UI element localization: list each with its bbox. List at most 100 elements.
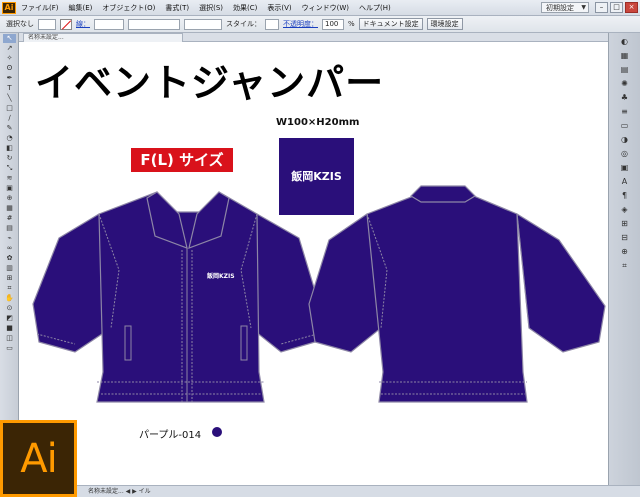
status-bar: 名称未設定... ◀ ▶ イル [0, 485, 640, 497]
document-tab[interactable]: 名称未設定... [23, 33, 183, 42]
opacity-label[interactable]: 不透明度： [283, 19, 318, 29]
symbol-sprayer-tool-icon[interactable]: ✿ [3, 254, 16, 263]
scale-tool-icon[interactable]: ⤡ [3, 164, 16, 173]
blob-brush-tool-icon[interactable]: ◔ [3, 134, 16, 143]
screen-mode-icon[interactable]: ▭ [3, 344, 16, 353]
width-tool-icon[interactable]: ≋ [3, 174, 16, 183]
transform-icon[interactable]: ⌗ [618, 260, 632, 271]
illustrator-logo: Ai [0, 420, 77, 497]
draw-mode-icon[interactable]: ◫ [3, 334, 16, 343]
artboard-tool-icon[interactable]: ⊞ [3, 274, 16, 283]
paintbrush-tool-icon[interactable]: ∕ [3, 114, 16, 123]
panel-dock: ◐ ▦ ▤ ✺ ♣ ≡ ▭ ◑ ◎ ▣ A ¶ ◈ ⊞ ⊟ ⊕ ⌗ [608, 33, 640, 485]
direct-selection-tool-icon[interactable]: ↗ [3, 44, 16, 53]
perspective-grid-tool-icon[interactable]: ▦ [3, 204, 16, 213]
brushes-icon[interactable]: ✺ [618, 78, 632, 89]
eraser-tool-icon[interactable]: ◧ [3, 144, 16, 153]
maximize-button[interactable]: □ [610, 2, 623, 13]
stroke-label[interactable]: 線： [76, 19, 90, 29]
blend-tool-icon[interactable]: ∞ [3, 244, 16, 253]
swatches-icon[interactable]: ▤ [618, 64, 632, 75]
color-panel-icon[interactable]: ◐ [618, 36, 632, 47]
pencil-tool-icon[interactable]: ✎ [3, 124, 16, 133]
gradient-tool-icon[interactable]: ▤ [3, 224, 16, 233]
front-jacket [32, 191, 320, 403]
close-button[interactable]: × [625, 2, 638, 13]
back-jacket [308, 185, 606, 403]
opacity-unit: % [348, 20, 355, 28]
column-graph-tool-icon[interactable]: ▥ [3, 264, 16, 273]
artboard[interactable]: .jk { fill: #2a0f7a; stroke: #8d86a6; st… [19, 42, 608, 485]
variable-width-select[interactable] [128, 18, 180, 30]
appearance-icon[interactable]: ◎ [618, 148, 632, 159]
color-label: パープル-014 [139, 430, 202, 441]
type-tool-icon[interactable]: T [3, 84, 16, 93]
minimize-button[interactable]: – [595, 2, 608, 13]
transparency-icon[interactable]: ◑ [618, 134, 632, 145]
style-label: スタイル： [226, 20, 261, 28]
slice-tool-icon[interactable]: ⌗ [3, 284, 16, 293]
chest-logo: 飯岡KZIS [206, 272, 235, 280]
back-body [366, 193, 528, 403]
dimensions-label: W100×H20mm [276, 117, 360, 128]
shape-builder-tool-icon[interactable]: ⊕ [3, 194, 16, 203]
page-title: イベントジャンパー [35, 60, 385, 105]
selection-status: 選択なし [6, 20, 34, 28]
color-swatch-dot [212, 427, 222, 437]
app-icon: Ai [2, 1, 16, 14]
rectangle-tool-icon[interactable]: □ [3, 104, 16, 113]
paragraph-icon[interactable]: ¶ [618, 190, 632, 201]
gradient-icon[interactable]: ▭ [618, 120, 632, 131]
color-guide-icon[interactable]: ▦ [618, 50, 632, 61]
document-settings-button[interactable]: ドキュメント設定 [358, 18, 423, 30]
free-transform-tool-icon[interactable]: ▣ [3, 184, 16, 193]
size-badge: F(L) サイズ [131, 148, 233, 172]
selection-tool-icon[interactable]: ↖ [3, 34, 16, 43]
illustrator-window: Ai ファイル(F) 編集(E) オブジェクト(O) 書式(T) 選択(S) 効… [0, 0, 640, 497]
menu-file[interactable]: ファイル(F) [16, 3, 64, 13]
menu-view[interactable]: 表示(V) [262, 3, 296, 13]
artboards-icon[interactable]: ⊞ [618, 218, 632, 229]
stroke-none-swatch[interactable] [60, 18, 72, 30]
menu-window[interactable]: ウィンドウ(W) [297, 3, 354, 13]
jacket-illustration: .jk { fill: #2a0f7a; stroke: #8d86a6; st… [32, 185, 606, 403]
preferences-button[interactable]: 環境設定 [426, 18, 463, 30]
back-collar [410, 185, 476, 203]
magic-wand-tool-icon[interactable]: ✧ [3, 54, 16, 63]
layers-icon[interactable]: ◈ [618, 204, 632, 215]
brush-select[interactable] [184, 18, 222, 30]
menu-help[interactable]: ヘルプ(H) [354, 3, 396, 13]
menu-type[interactable]: 書式(T) [160, 3, 194, 13]
menu-effect[interactable]: 効果(C) [228, 3, 262, 13]
back-right-sleeve [516, 212, 606, 353]
opacity-field[interactable]: 100 [322, 18, 344, 30]
mesh-tool-icon[interactable]: # [3, 214, 16, 223]
control-bar: 選択なし 線： スタイル： 不透明度： 100 % ドキュメント設定 環境設定 [0, 16, 640, 33]
character-icon[interactable]: A [618, 176, 632, 187]
menu-bar: Ai ファイル(F) 編集(E) オブジェクト(O) 書式(T) 選択(S) 効… [0, 0, 640, 16]
graphic-styles-icon[interactable]: ▣ [618, 162, 632, 173]
rotate-tool-icon[interactable]: ↻ [3, 154, 16, 163]
fill-swatch[interactable] [38, 18, 56, 30]
menu-select[interactable]: 選択(S) [194, 3, 228, 13]
pathfinder-icon[interactable]: ⊕ [618, 246, 632, 257]
tools-panel: ↖ ↗ ✧ ʘ ✒ T ╲ □ ∕ ✎ ◔ ◧ ↻ ⤡ ≋ ▣ ⊕ ▦ # ▤ … [0, 33, 19, 485]
symbols-icon[interactable]: ♣ [618, 92, 632, 103]
pen-tool-icon[interactable]: ✒ [3, 74, 16, 83]
fill-stroke-icon[interactable]: ◩ [3, 314, 16, 323]
menu-object[interactable]: オブジェクト(O) [97, 3, 160, 13]
stroke-icon[interactable]: ≡ [618, 106, 632, 117]
document-tab-bar: 名称未設定... [19, 33, 608, 42]
align-icon[interactable]: ⊟ [618, 232, 632, 243]
eyedropper-tool-icon[interactable]: ⌁ [3, 234, 16, 243]
graphic-style-select[interactable] [265, 18, 279, 30]
workspace-select[interactable]: 初期設定 [541, 2, 589, 13]
menu-edit[interactable]: 編集(E) [64, 3, 98, 13]
zoom-tool-icon[interactable]: ⊙ [3, 304, 16, 313]
lasso-tool-icon[interactable]: ʘ [3, 64, 16, 73]
line-tool-icon[interactable]: ╲ [3, 94, 16, 103]
logo-preview: 飯岡KZIS [279, 138, 354, 215]
stroke-weight-field[interactable] [94, 18, 124, 30]
color-mode-icon[interactable]: ■ [3, 324, 16, 333]
hand-tool-icon[interactable]: ✋ [3, 294, 16, 303]
